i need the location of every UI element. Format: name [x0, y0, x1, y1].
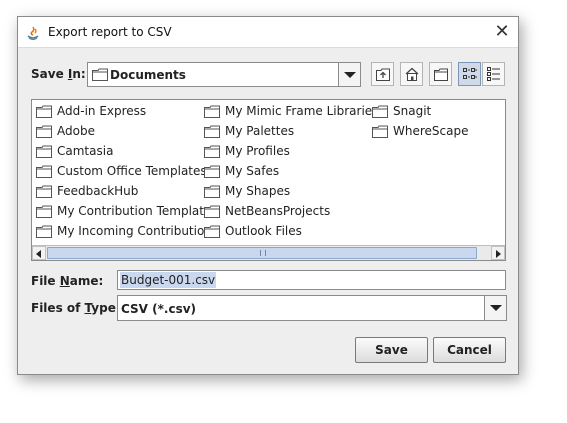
list-item-label: My Shapes [225, 184, 291, 198]
file-name-label: File Name: [31, 274, 104, 288]
folder-icon [36, 105, 52, 121]
folder-icon [204, 145, 220, 161]
save-in-value: Documents [110, 68, 186, 82]
folder-icon [36, 165, 52, 181]
java-app-icon [25, 25, 41, 41]
file-type-value: CSV (*.csv) [121, 302, 197, 316]
home-folder-icon [405, 67, 419, 81]
folder-icon [204, 165, 220, 181]
folder-icon [204, 205, 220, 221]
close-icon[interactable]: ✕ [490, 21, 514, 43]
export-dialog: Export report to CSV ✕ Save In: Document… [17, 16, 519, 375]
list-item-label: My Palettes [225, 124, 295, 138]
list-item-label: My Mimic Frame Libraries [225, 104, 379, 118]
list-item-label: NetBeansProjects [225, 204, 331, 218]
scroll-left-icon[interactable] [32, 246, 46, 260]
save-button[interactable]: Save [355, 337, 428, 363]
list-view-button[interactable] [458, 62, 481, 86]
folder-icon [204, 125, 220, 141]
list-item-label: Camtasia [57, 144, 114, 158]
folder-icon [372, 105, 388, 121]
folder-icon [36, 145, 52, 161]
file-name-input[interactable]: Budget-001.csv [117, 270, 506, 290]
list-view-icon [463, 68, 477, 79]
up-one-level-button[interactable] [371, 62, 394, 86]
home-button[interactable] [400, 62, 423, 86]
folder-icon [36, 185, 52, 201]
folder-icon [36, 125, 52, 141]
details-view-button[interactable] [482, 62, 505, 86]
list-item-label: Snagit [393, 104, 432, 118]
list-item-label: My Contribution Templates [57, 204, 218, 218]
file-type-label: Files of Type: [31, 301, 121, 315]
title-bar: Export report to CSV ✕ [18, 17, 518, 48]
folder-icon [204, 225, 220, 241]
list-item-label: Outlook Files [225, 224, 302, 238]
scroll-right-icon[interactable] [491, 246, 505, 260]
scrollbar-thumb[interactable] [47, 247, 477, 259]
folder-icon [36, 205, 52, 221]
chevron-down-icon[interactable] [484, 296, 506, 320]
folder-icon [36, 225, 52, 241]
list-item-label: My Safes [225, 164, 280, 178]
file-name-value: Budget-001.csv [120, 272, 217, 288]
list-item-label: Adobe [57, 124, 95, 138]
folder-icon [92, 68, 108, 84]
chevron-down-icon[interactable] [338, 63, 360, 86]
cancel-button[interactable]: Cancel [433, 337, 506, 363]
file-list[interactable]: Add-in Express Adobe Camtasia Custom Office… [31, 99, 506, 261]
save-in-label: Save In: [31, 67, 86, 81]
details-view-icon [487, 67, 500, 81]
list-item-label: FeedbackHub [57, 184, 139, 198]
file-type-dropdown[interactable]: CSV (*.csv) [117, 295, 507, 321]
folder-icon [204, 185, 220, 201]
folder-icon [204, 105, 220, 121]
save-in-dropdown[interactable]: Documents [87, 62, 361, 87]
list-item-label: My Profiles [225, 144, 290, 158]
up-one-level-icon [376, 68, 390, 81]
new-folder-icon [434, 68, 448, 81]
list-item-label: Custom Office Templates [57, 164, 207, 178]
horizontal-scrollbar[interactable] [32, 245, 505, 260]
list-item-label: Add-in Express [57, 104, 147, 118]
folder-icon [372, 125, 388, 141]
list-item-label: My Incoming Contributions [57, 224, 219, 238]
window-title: Export report to CSV [48, 25, 172, 39]
new-folder-button[interactable] [429, 62, 452, 86]
list-item-label: WhereScape [393, 124, 469, 138]
